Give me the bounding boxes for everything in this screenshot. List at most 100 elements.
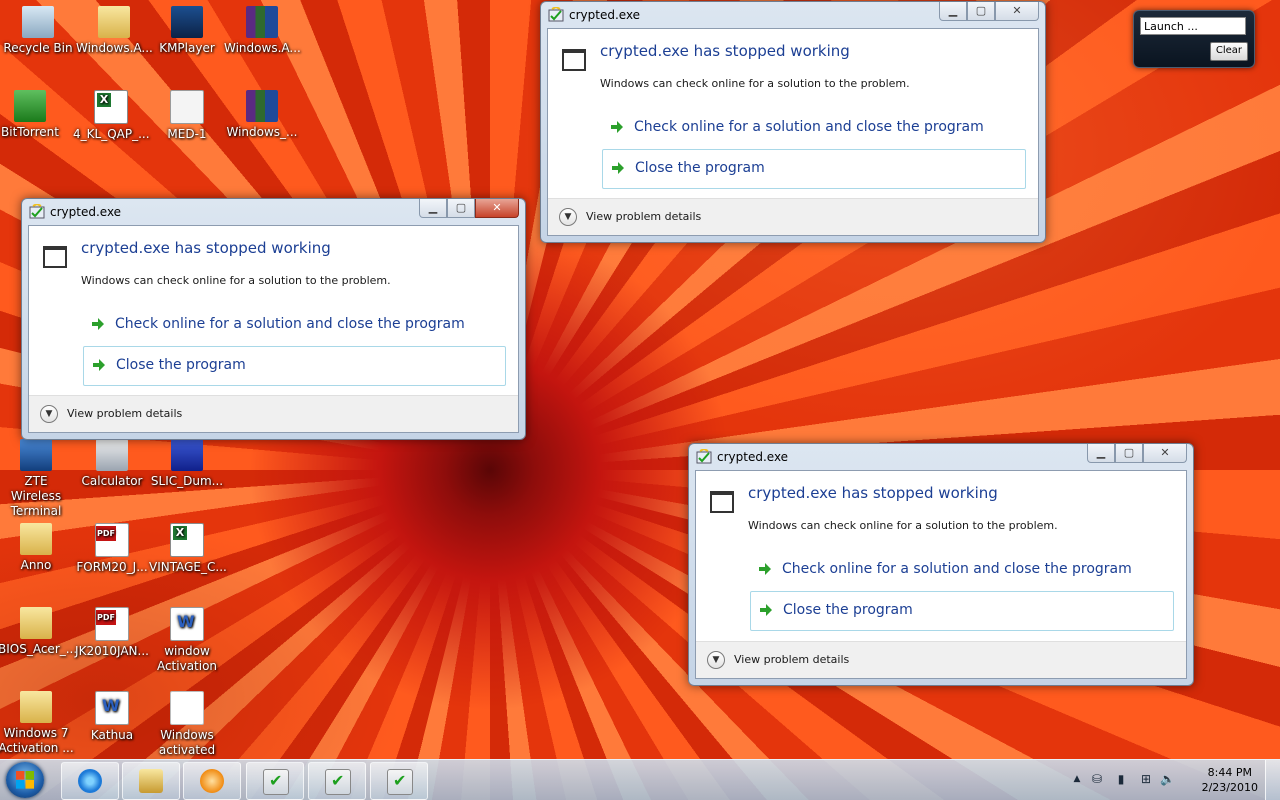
desktop-icon-windows-a-archive[interactable]: Windows.A... [224,0,301,56]
green-arrow-icon [92,318,104,330]
desktop-icon-anno[interactable]: Anno [0,517,74,573]
chevron-down-icon[interactable]: ▼ [40,405,58,423]
close-program-option[interactable]: Close the program [750,591,1174,631]
desktop-icon-windows-activated[interactable]: Windows activated [149,685,225,758]
taskbar-windows-explorer[interactable] [122,762,180,800]
green-arrow-icon [611,121,623,133]
desktop-icon-med-1[interactable]: MED-1 [149,84,225,142]
taskbar-crypted-1[interactable] [246,762,304,800]
pdf-icon [95,523,129,557]
title-bar[interactable]: crypted.exe ▁ ▢ ✕ [22,199,525,225]
desktop-icon-bios-acer[interactable]: BIOS_Acer_... [0,601,77,657]
option-label: Close the program [635,160,765,176]
check-online-option[interactable]: Check online for a solution and close th… [750,551,1174,589]
app-error-icon [387,769,413,795]
show-desktop-button[interactable] [1265,760,1280,800]
green-arrow-icon [760,604,772,616]
view-details-label[interactable]: View problem details [734,653,849,666]
view-details-bar[interactable]: ▼ View problem details [29,395,518,432]
maximize-button[interactable]: ▢ [447,199,475,218]
folder-icon [98,6,130,38]
desktop-icon-label: VINTAGE_C... [149,560,227,574]
desktop-icon-jk2010jan[interactable]: JK2010JAN... [74,601,150,659]
desktop-icon-bittorrent[interactable]: BitTorrent [0,84,68,140]
desktop-icon-windows-a-folder[interactable]: Windows.A... [76,0,153,56]
taskbar-crypted-2[interactable] [308,762,366,800]
battery-icon[interactable]: ▮ [1114,772,1128,786]
close-button[interactable]: ✕ [995,2,1039,21]
dialog-body: crypted.exe has stopped working Windows … [695,470,1187,679]
option-label: Check online for a solution and close th… [782,561,1132,577]
close-program-option[interactable]: Close the program [83,346,506,386]
view-details-bar[interactable]: ▼ View problem details [696,641,1186,678]
desktop-icon-4-kl-qap[interactable]: 4_KL_QAP_... [73,84,150,142]
error-dialog-2[interactable]: crypted.exe ▁ ▢ ✕ crypted.exe has stoppe… [21,198,526,440]
start-button[interactable] [6,762,44,798]
minimize-button[interactable]: ▁ [1087,444,1115,463]
desktop-icon-vintage[interactable]: VINTAGE_C... [149,517,227,575]
winrar-icon [246,90,278,122]
desktop-icon-zte-wireless[interactable]: ZTE Wireless Terminal [0,433,74,519]
maximize-button[interactable]: ▢ [1115,444,1143,463]
desktop-icon-windows-7-activation[interactable]: Windows 7 Activation ... [0,685,74,756]
title-bar[interactable]: crypted.exe ▁ ▢ ✕ [541,2,1045,28]
app-error-icon [325,769,351,795]
desktop-icon-label: Anno [20,558,52,572]
show-hidden-icons-icon[interactable]: ▲ [1070,772,1084,786]
view-details-label[interactable]: View problem details [586,210,701,223]
desktop-icon-recycle-bin[interactable]: Recycle Bin [0,0,76,56]
app-error-icon [29,204,45,219]
desktop-icon-label: Windows.A... [224,41,301,55]
windows-explorer-icon [139,769,163,793]
volume-icon[interactable]: 🔈 [1160,772,1175,786]
desktop-icon-kmplayer[interactable]: KMPlayer [149,0,225,56]
check-online-option[interactable]: Check online for a solution and close th… [83,306,506,344]
minimize-button[interactable]: ▁ [419,199,447,218]
close-program-option[interactable]: Close the program [602,149,1026,189]
word-icon [170,607,204,641]
close-button[interactable]: ✕ [1143,444,1187,463]
error-dialog-3[interactable]: crypted.exe ▁ ▢ ✕ crypted.exe has stoppe… [688,443,1194,686]
minimize-button[interactable]: ▁ [939,2,967,21]
desktop-icon-kathua[interactable]: Kathua [74,685,150,743]
chevron-down-icon[interactable]: ▼ [707,651,725,669]
desktop-icon-label: Windows activated [158,728,216,757]
desktop-icon-window-activation[interactable]: window Activation [149,601,225,674]
view-details-label[interactable]: View problem details [67,407,182,420]
check-online-option[interactable]: Check online for a solution and close th… [602,109,1026,147]
launch-input[interactable]: Launch ... [1140,17,1246,35]
taskbar-internet-explorer[interactable] [61,762,119,800]
desktop-icon-calculator[interactable]: Calculator [74,433,150,489]
desktop-icon-label: Windows.A... [76,41,153,55]
dialog-body: crypted.exe has stopped working Windows … [547,28,1039,236]
internet-explorer-icon [78,769,102,793]
pdf-icon [95,607,129,641]
green-arrow-icon [612,162,624,174]
dialog-heading: crypted.exe has stopped working [81,239,331,257]
clear-button[interactable]: Clear [1209,42,1248,61]
folder-icon [20,523,52,555]
chevron-down-icon[interactable]: ▼ [559,208,577,226]
close-button[interactable]: ✕ [475,199,519,218]
desktop-icon-label: KMPlayer [159,41,215,55]
desktop-icon-windows-archive[interactable]: Windows_... [224,84,300,140]
taskbar-media-player[interactable] [183,762,241,800]
title-bar[interactable]: crypted.exe ▁ ▢ ✕ [689,444,1193,470]
error-dialog-1[interactable]: crypted.exe ▁ ▢ ✕ crypted.exe has stoppe… [540,1,1046,243]
desktop-icon-label: ZTE Wireless Terminal [10,474,62,518]
network-icon[interactable]: ⛁ [1090,772,1104,786]
clock[interactable]: 8:44 PM 2/23/2010 [1202,765,1258,795]
network-connection-icon[interactable]: ⊞ [1138,772,1154,786]
excel-icon [94,90,128,124]
green-arrow-icon [759,563,771,575]
maximize-button[interactable]: ▢ [967,2,995,21]
taskbar-crypted-3[interactable] [370,762,428,800]
desktop-icon-form20[interactable]: FORM20_J... [74,517,150,575]
dialog-subtext: Windows can check online for a solution … [81,274,391,287]
dialog-heading: crypted.exe has stopped working [600,42,850,60]
clock-time: 8:44 PM [1207,766,1252,779]
view-details-bar[interactable]: ▼ View problem details [548,198,1038,235]
window-title: crypted.exe [50,205,122,219]
desktop-icon-slic-dump[interactable]: SLIC_Dum... [149,433,225,489]
dialog-body: crypted.exe has stopped working Windows … [28,225,519,433]
